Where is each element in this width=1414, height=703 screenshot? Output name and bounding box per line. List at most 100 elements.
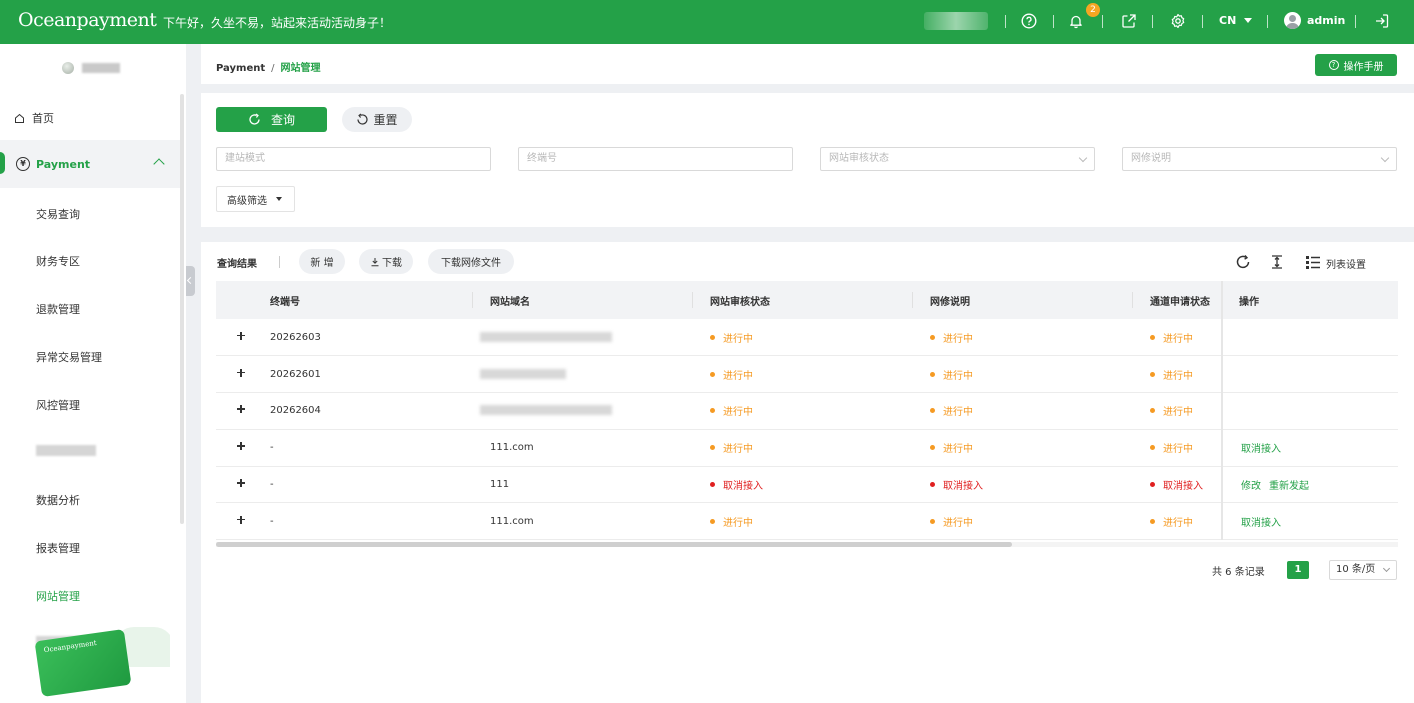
edit-link[interactable]: 修改: [1241, 481, 1261, 492]
advanced-filter-button[interactable]: 高级筛选: [216, 186, 295, 212]
column-header-audit-status: 网站审核状态: [692, 281, 912, 319]
table-header-row: 终端号 网站域名 网站审核状态 网修说明 通道申请状态 操作: [216, 281, 1398, 319]
terminal-number: -: [270, 442, 274, 454]
sidebar-item-blurred[interactable]: [36, 445, 96, 456]
download-button[interactable]: 下载: [359, 249, 413, 274]
divider: [1152, 15, 1153, 28]
logo[interactable]: Oceanpayment: [18, 9, 157, 31]
sidebar-item-website-management[interactable]: 网站管理: [36, 588, 80, 604]
refresh-icon[interactable]: [1234, 253, 1252, 271]
repair-note-select[interactable]: 网修说明: [1122, 147, 1397, 171]
blurred-domain: [480, 405, 612, 416]
audit-status: 进行中: [710, 367, 753, 382]
terminal-number-input[interactable]: 终端号: [518, 147, 793, 171]
chevron-down-icon[interactable]: [1244, 18, 1252, 23]
channel-status: 进行中: [1150, 440, 1193, 455]
divider: [279, 256, 280, 268]
horizontal-scrollbar[interactable]: [216, 542, 1012, 547]
expand-row-icon[interactable]: [236, 478, 246, 488]
terminal-number: -: [270, 515, 274, 527]
expand-row-icon[interactable]: [236, 441, 246, 451]
channel-status: 进行中: [1150, 403, 1193, 418]
page-size-select[interactable]: 10 条/页: [1329, 560, 1397, 580]
query-button-label: 查询: [270, 113, 295, 127]
actions-cell: 取消接入: [1221, 429, 1398, 467]
manual-button[interactable]: ? 操作手册: [1315, 54, 1397, 76]
sidebar-item-finance[interactable]: 财务专区: [36, 253, 80, 269]
actions-cell: [1221, 319, 1398, 357]
reset-icon: [357, 113, 369, 125]
sidebar-group-label: Payment: [36, 158, 91, 171]
results-panel: 查询结果 新 增 下载 下载网修文件 列表设置 终端号 网站域名 网站审核状态 …: [201, 242, 1414, 703]
sidebar-collapse-handle[interactable]: [186, 266, 195, 296]
actions-cell: 修改 重新发起: [1221, 466, 1398, 504]
divider: [1005, 15, 1006, 28]
divider: [1053, 15, 1054, 28]
active-indicator: [0, 152, 5, 174]
list-settings-icon[interactable]: [1304, 253, 1322, 271]
sidebar-item-transactions[interactable]: 交易查询: [36, 206, 80, 222]
resubmit-link[interactable]: 重新发起: [1269, 481, 1309, 492]
sidebar-item-refunds[interactable]: 退款管理: [36, 301, 80, 317]
top-bar: Oceanpayment 下午好，久坐不易，站起来活动活动身子！ 2 CN ad…: [0, 0, 1414, 44]
blurred-domain: [480, 331, 612, 342]
logout-icon[interactable]: [1373, 12, 1391, 30]
expand-row-icon[interactable]: [236, 368, 246, 378]
add-button[interactable]: 新 增: [299, 249, 345, 274]
table-row: 20262604 进行中 进行中 进行中: [216, 392, 1398, 430]
reset-button[interactable]: 重置: [342, 107, 412, 132]
manual-button-label: 操作手册: [1343, 61, 1384, 73]
blurred-merchant-name: [82, 63, 120, 73]
external-link-icon[interactable]: [1120, 12, 1138, 30]
audit-status-select[interactable]: 网站审核状态: [820, 147, 1095, 171]
sidebar-item-abnormal-transactions[interactable]: 异常交易管理: [36, 349, 102, 365]
expand-row-icon[interactable]: [236, 331, 246, 341]
divider: [1267, 15, 1268, 28]
query-button[interactable]: 查询: [216, 107, 327, 132]
audit-status: 进行中: [710, 330, 753, 345]
repair-status: 进行中: [930, 514, 973, 529]
sidebar-scrollbar[interactable]: [180, 94, 184, 524]
terminal-number: 20262601: [270, 368, 321, 380]
chevron-down-icon: [1078, 153, 1088, 163]
cancel-access-link[interactable]: 取消接入: [1241, 444, 1281, 455]
reset-button-label: 重置: [373, 113, 398, 127]
help-icon[interactable]: [1020, 12, 1038, 30]
cancel-access-link[interactable]: 取消接入: [1241, 518, 1281, 529]
site-mode-input[interactable]: 建站模式: [216, 147, 491, 171]
sidebar: 首页 ¥ Payment 交易查询 财务专区 退款管理 异常交易管理 风控管理 …: [0, 44, 186, 703]
sidebar-item-analytics[interactable]: 数据分析: [36, 492, 80, 508]
avatar[interactable]: [1284, 12, 1301, 29]
row-height-icon[interactable]: [1268, 253, 1286, 271]
table-row: 20262601 进行中 进行中 进行中: [216, 355, 1398, 394]
expand-row-icon[interactable]: [236, 515, 246, 525]
sidebar-item-risk-control[interactable]: 风控管理: [36, 397, 80, 413]
repair-status: 进行中: [930, 403, 973, 418]
language-selector[interactable]: CN: [1219, 14, 1236, 27]
chevron-up-icon[interactable]: [153, 158, 165, 170]
channel-status: 取消接入: [1150, 477, 1203, 492]
sidebar-item-reports[interactable]: 报表管理: [36, 540, 80, 556]
column-settings-button[interactable]: 列表设置: [1326, 256, 1366, 271]
username[interactable]: admin: [1307, 14, 1345, 27]
breadcrumb-separator: /: [271, 63, 275, 74]
sidebar-group-payment[interactable]: ¥ Payment: [0, 140, 182, 188]
repair-status: 进行中: [930, 440, 973, 455]
domain: 111: [490, 479, 510, 491]
expand-row-icon[interactable]: [236, 404, 246, 414]
pagination-page-1[interactable]: 1: [1287, 561, 1309, 579]
sidebar-item-label: 首页: [32, 112, 54, 125]
audit-status: 进行中: [710, 403, 753, 418]
domain: 111.com: [490, 515, 534, 527]
results-table: 终端号 网站域名 网站审核状态 网修说明 通道申请状态 操作 20262603 …: [216, 281, 1398, 541]
download-repair-file-button[interactable]: 下载网修文件: [428, 249, 514, 274]
page-size-value: 10 条/页: [1336, 564, 1376, 575]
breadcrumb-root[interactable]: Payment: [216, 63, 265, 74]
sidebar-item-home[interactable]: 首页: [14, 110, 54, 126]
bell-icon[interactable]: [1067, 12, 1085, 30]
advanced-filter-label: 高级筛选: [227, 195, 267, 207]
column-header-channel-status: 通道申请状态: [1132, 281, 1222, 319]
card-logo: Oceanpayment: [43, 638, 98, 655]
settings-icon[interactable]: [1169, 12, 1187, 30]
filter-panel: 查询 重置 建站模式 终端号 网站审核状态 网修说明 高级筛选: [201, 93, 1414, 227]
